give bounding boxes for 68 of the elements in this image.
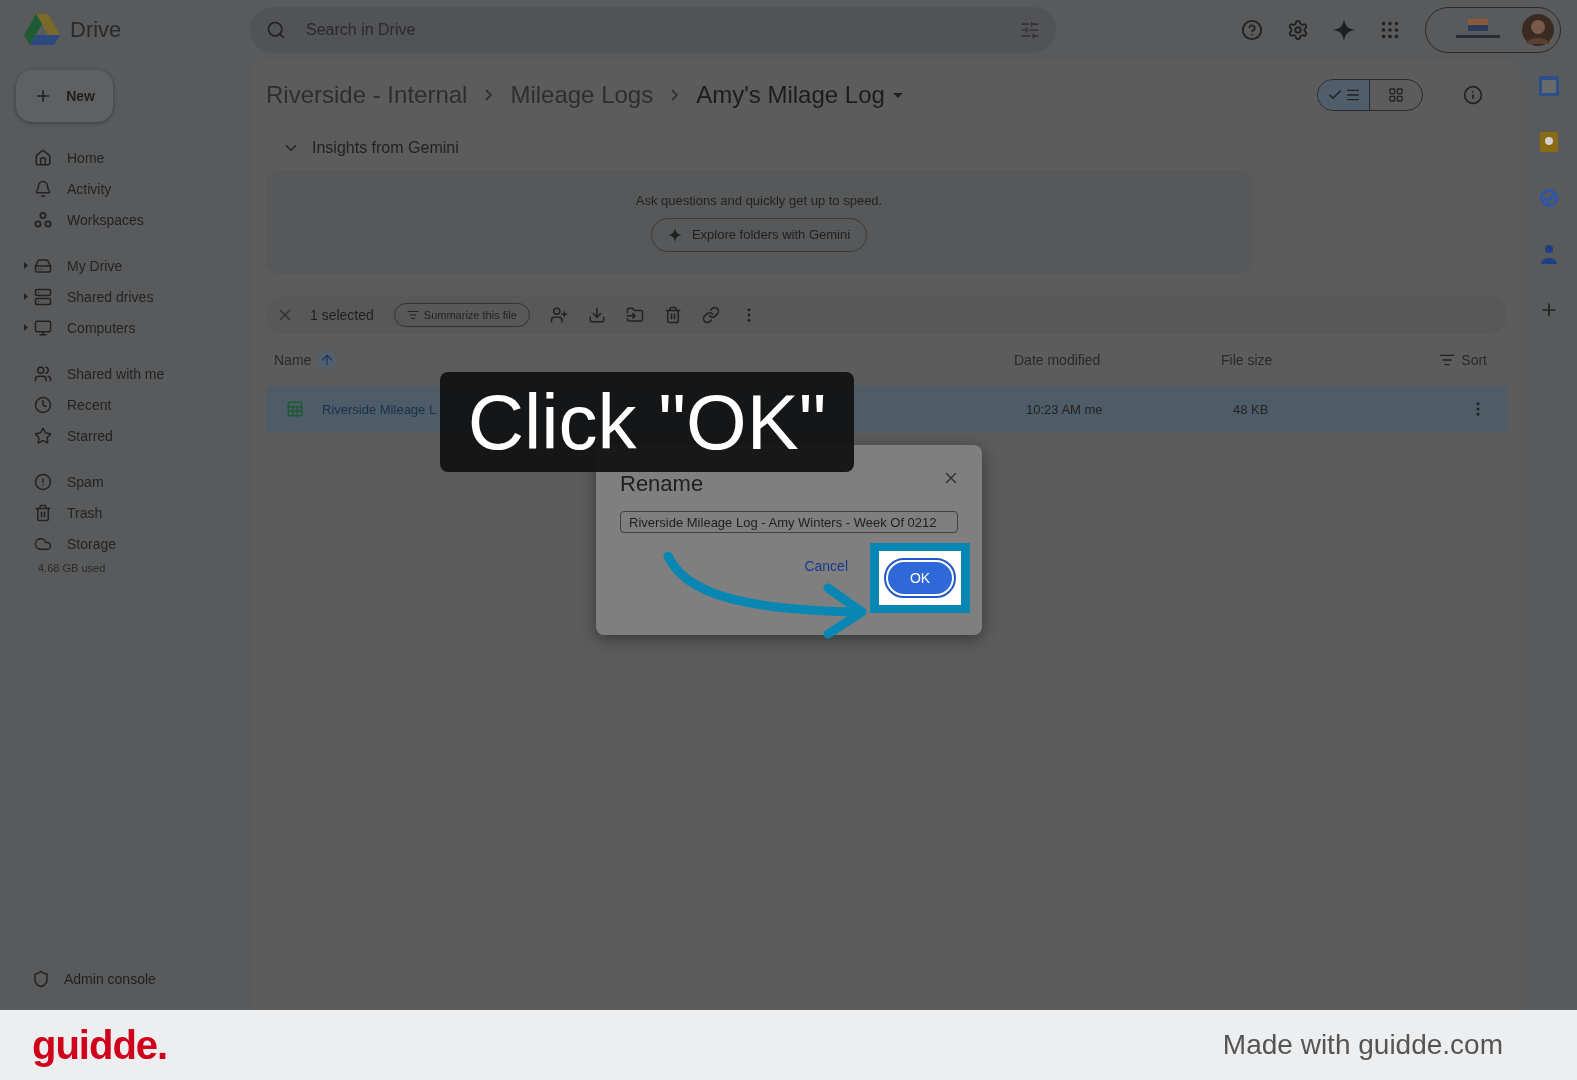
- sparkle-icon[interactable]: [1333, 19, 1355, 41]
- alert-icon: [34, 472, 52, 491]
- home-icon: [34, 148, 52, 167]
- caret-icon[interactable]: [24, 324, 28, 331]
- dialog-title: Rename: [620, 471, 704, 497]
- section-title: Insights from Gemini: [312, 139, 459, 157]
- spreadsheet-icon: [286, 400, 304, 418]
- bell-icon: [34, 179, 52, 198]
- nav-item[interactable]: Storage: [16, 528, 250, 559]
- shield-icon: [32, 970, 50, 988]
- avatar: [1522, 14, 1554, 46]
- computer-icon: [34, 318, 52, 337]
- nav-item[interactable]: Shared with me: [16, 358, 250, 389]
- drive-icon: [34, 256, 52, 275]
- filter-icon[interactable]: [1020, 20, 1040, 40]
- link-icon[interactable]: [701, 306, 720, 324]
- caret-icon[interactable]: [24, 262, 28, 269]
- download-icon[interactable]: [587, 306, 606, 324]
- nav-item[interactable]: Spam: [16, 466, 250, 497]
- help-icon[interactable]: [1241, 19, 1263, 41]
- search-icon: [266, 20, 286, 40]
- move-icon[interactable]: [625, 306, 644, 324]
- admin-console-link[interactable]: Admin console: [32, 970, 156, 988]
- guidde-logo: guidde.: [32, 1022, 168, 1068]
- nav-item[interactable]: Home: [16, 142, 250, 173]
- settings-icon[interactable]: [1287, 19, 1309, 41]
- nav-item[interactable]: Trash: [16, 497, 250, 528]
- chevron-icon: [671, 89, 679, 101]
- nav-item[interactable]: Activity: [16, 173, 250, 204]
- trash-icon: [34, 503, 52, 522]
- breadcrumb-item[interactable]: Amy's Milage Log: [696, 81, 885, 109]
- cancel-button[interactable]: Cancel: [798, 557, 854, 575]
- nav-item[interactable]: Starred: [16, 420, 250, 451]
- dropdown-icon[interactable]: [892, 92, 903, 98]
- shared-drives-icon: [34, 287, 52, 306]
- selected-count: 1 selected: [310, 307, 374, 323]
- person-icon[interactable]: [1541, 244, 1557, 264]
- new-button[interactable]: New: [16, 70, 113, 122]
- people-icon: [34, 364, 52, 383]
- table-cell-text: 10:23 AM me: [1026, 401, 1104, 417]
- instruction-tooltip: Click "OK": [440, 372, 854, 472]
- sort-icon: [1439, 352, 1456, 368]
- trash-icon[interactable]: [663, 306, 682, 324]
- credit-text: Made with guidde.com: [1222, 1029, 1503, 1061]
- chevron-icon: [485, 89, 493, 101]
- info-icon[interactable]: [1463, 85, 1483, 105]
- nav-item[interactable]: Workspaces: [16, 204, 250, 235]
- nav-item[interactable]: Shared drives: [16, 281, 250, 312]
- ok-button[interactable]: OK: [886, 560, 954, 596]
- share-icon[interactable]: [549, 306, 568, 324]
- lines-icon: [406, 309, 419, 321]
- note-icon[interactable]: [1540, 132, 1558, 152]
- nav-item[interactable]: Recent: [16, 389, 250, 420]
- view-toggle-button[interactable]: [1318, 80, 1370, 110]
- table-cell-text: 48 KB: [1233, 401, 1270, 417]
- name-field[interactable]: Riverside Mileage Log - Amy Winters - Week Of 0212: [620, 511, 958, 533]
- grid-icon: [1388, 87, 1404, 103]
- clock-icon: [34, 395, 52, 414]
- drive-logo: [24, 14, 60, 46]
- nav-item[interactable]: Computers: [16, 312, 250, 343]
- circles-icon: [34, 210, 52, 229]
- list-icon: [1344, 87, 1361, 103]
- nav-item[interactable]: My Drive: [16, 250, 250, 281]
- sparkle-icon: [667, 227, 682, 242]
- apps-icon[interactable]: [1379, 19, 1401, 41]
- caret-icon[interactable]: [24, 293, 28, 300]
- star-icon: [34, 426, 52, 445]
- calendar-icon[interactable]: [1539, 76, 1559, 96]
